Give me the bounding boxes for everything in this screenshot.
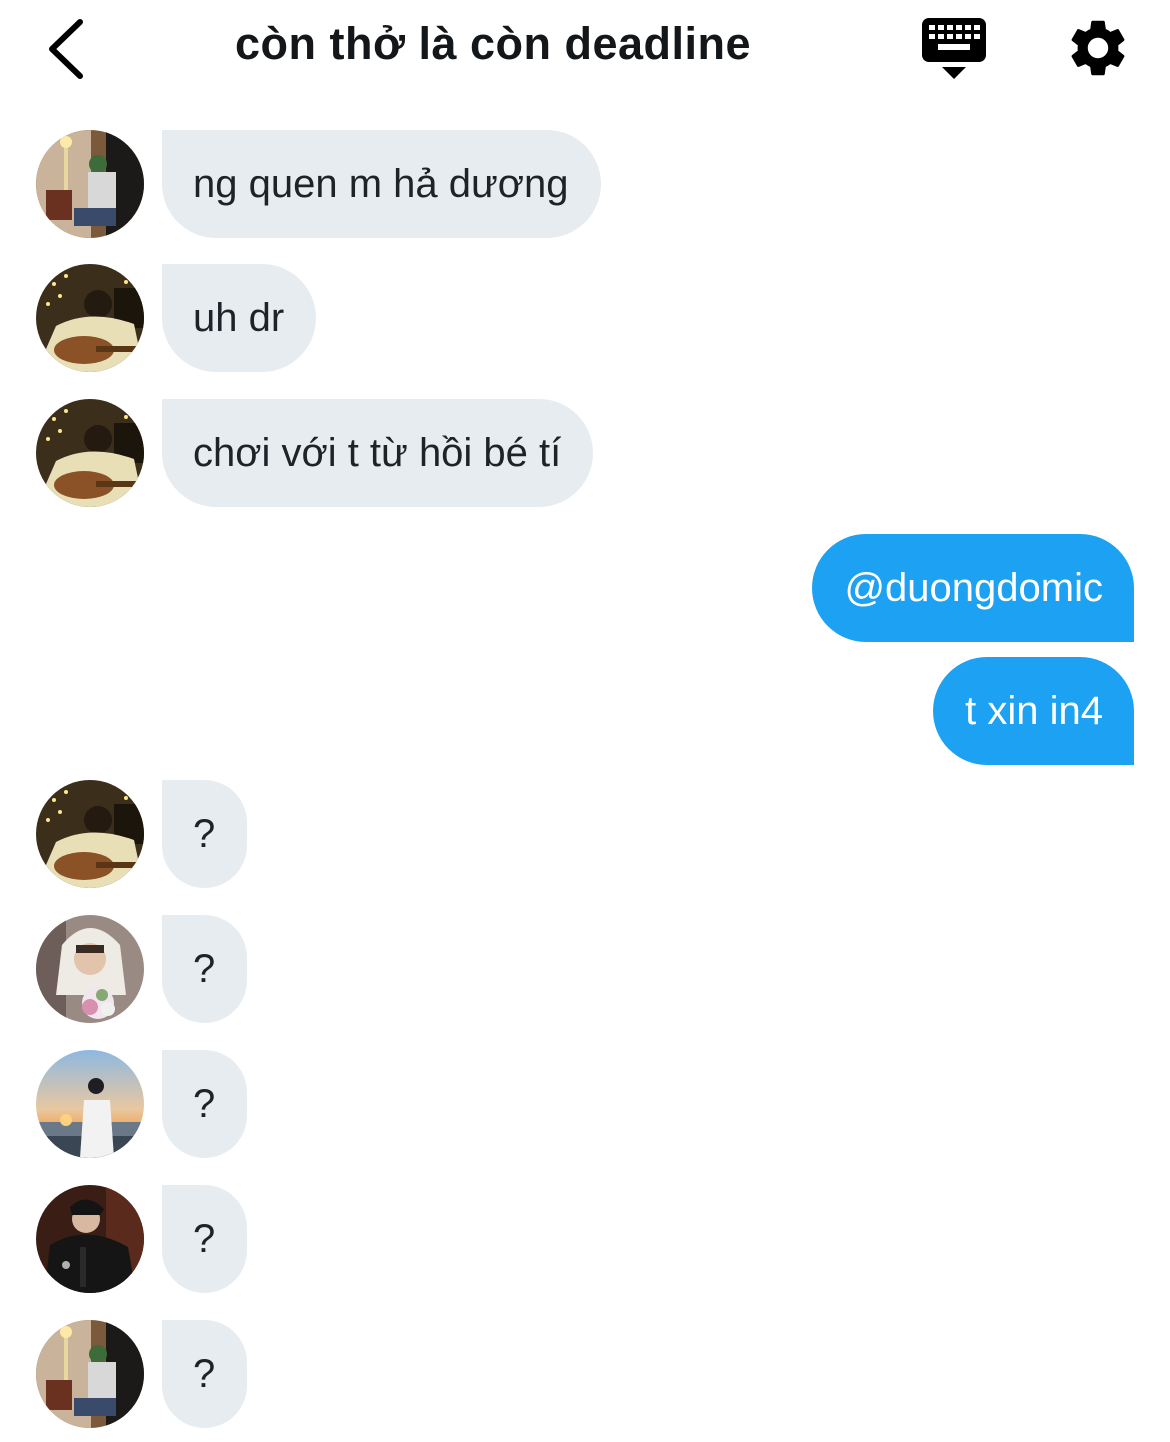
settings-button[interactable] xyxy=(1064,14,1132,82)
avatar[interactable] xyxy=(36,130,144,238)
avatar-guitar xyxy=(36,780,144,888)
message-row: t xin in4 xyxy=(0,657,1170,765)
message-bubble[interactable]: ? xyxy=(162,915,248,1023)
message-row: ? xyxy=(0,1050,1170,1158)
avatar-bedroom-man xyxy=(36,1320,144,1428)
avatar[interactable] xyxy=(36,780,144,888)
avatar-guitar xyxy=(36,399,144,507)
chat-title: còn thở là còn deadline xyxy=(234,18,752,69)
message-bubble[interactable]: ? xyxy=(162,1185,248,1293)
avatar[interactable] xyxy=(36,1050,144,1158)
message-bubble[interactable]: ? xyxy=(162,1050,248,1158)
keyboard-button[interactable] xyxy=(918,16,990,82)
message-bubble[interactable]: uh dr xyxy=(162,264,317,372)
message-row: ng quen m hả dương xyxy=(0,130,1170,238)
message-row: ? xyxy=(0,1185,1170,1293)
message-row: ? xyxy=(0,1320,1170,1428)
message-bubble[interactable]: t xin in4 xyxy=(933,657,1134,765)
message-bubble[interactable]: ? xyxy=(162,1320,248,1428)
avatar-guitar xyxy=(36,264,144,372)
avatar[interactable] xyxy=(36,399,144,507)
message-row: chơi với t từ hồi bé tí xyxy=(0,399,1170,507)
avatar-bedroom-man xyxy=(36,130,144,238)
message-row: ? xyxy=(0,780,1170,888)
message-bubble[interactable]: ng quen m hả dương xyxy=(162,130,601,238)
avatar[interactable] xyxy=(36,915,144,1023)
avatar-hoodie-flowers xyxy=(36,915,144,1023)
avatar[interactable] xyxy=(36,1185,144,1293)
message-bubble[interactable]: ? xyxy=(162,780,248,888)
message-row: @duongdomic xyxy=(0,534,1170,642)
message-bubble[interactable]: @duongdomic xyxy=(812,534,1134,642)
message-row: uh dr xyxy=(0,264,1170,372)
avatar[interactable] xyxy=(36,1320,144,1428)
avatar-sunset-beach xyxy=(36,1050,144,1158)
message-bubble[interactable]: chơi với t từ hồi bé tí xyxy=(162,399,594,507)
keyboard-icon xyxy=(922,18,986,79)
avatar-leather-jacket xyxy=(36,1185,144,1293)
gear-icon xyxy=(1071,20,1125,76)
message-row: ? xyxy=(0,915,1170,1023)
avatar[interactable] xyxy=(36,264,144,372)
chat-header: còn thở là còn deadline xyxy=(0,0,1170,100)
